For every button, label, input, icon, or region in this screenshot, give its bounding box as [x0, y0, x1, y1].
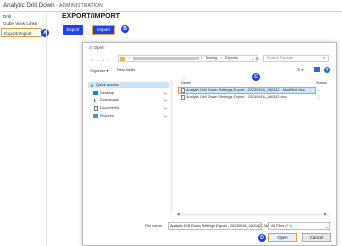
nav-item-label: Quick access — [96, 82, 119, 87]
refresh-icon[interactable]: ⌄ ↻ — [251, 56, 258, 61]
pin-icon: ⊣ — [163, 107, 167, 111]
nav-item-downloads[interactable]: Downloads — [100, 98, 119, 102]
menu-item-label: Export/Import — [4, 30, 32, 36]
redacted-path — [133, 57, 199, 60]
help-icon[interactable]: ? — [324, 66, 330, 73]
address-chevron-icon: › — [129, 56, 131, 60]
nav-arrows-icon[interactable]: ← → ⌄ ↑ — [90, 57, 109, 62]
column-header-name[interactable]: Name — [181, 81, 191, 85]
sync-status-icon: ✓ — [317, 94, 321, 100]
callout-badge-b: B — [121, 25, 129, 33]
dialog-app-icon: ◎ — [89, 45, 93, 50]
pictures-icon — [93, 114, 98, 118]
header-divider — [0, 11, 342, 12]
callout-badge-d: D — [258, 234, 266, 242]
nav-item-documents[interactable]: Documents — [100, 106, 119, 110]
desktop-icon — [93, 91, 98, 95]
callout-badge-c: C — [252, 73, 260, 81]
scroll-right-icon[interactable]: ▶ — [324, 212, 327, 216]
documents-icon — [94, 106, 98, 111]
file-row[interactable]: Analytic Drill Down Settings Export - 20… — [186, 95, 287, 99]
menu-item-drill[interactable]: Drill — [3, 14, 11, 19]
menu-item-export-import[interactable]: Export/Import — [1, 28, 42, 37]
app-title: Analytic Drill Down - ADMINISTRATION — [3, 2, 103, 9]
page-title: EXPORT/IMPORT — [62, 13, 120, 20]
export-button[interactable]: Export — [63, 25, 83, 35]
organize-menu[interactable]: Organize ▾ — [90, 68, 108, 73]
nav-item-desktop[interactable]: Desktop — [100, 91, 114, 95]
dialog-title: ◎ Open — [89, 45, 105, 50]
star-icon: ★ — [90, 83, 94, 88]
file-icon — [181, 88, 185, 93]
nav-pane-scrollbar[interactable] — [170, 80, 173, 213]
breadcrumb-exports[interactable]: Exports — [225, 56, 238, 60]
sync-status-icon: ✓ — [317, 87, 321, 93]
folder-icon — [120, 56, 125, 61]
file-icon — [181, 95, 185, 100]
import-button[interactable]: Import — [92, 25, 115, 35]
view-options-icon[interactable]: ☰ ▾ — [297, 67, 303, 72]
menu-item-cube-view-links[interactable]: Cube View Links — [3, 21, 37, 26]
search-placeholder: Search Exports — [267, 56, 293, 60]
filename-label: File name: — [145, 224, 163, 228]
new-folder-button[interactable]: New folder — [117, 68, 135, 72]
column-header-status[interactable]: Status — [316, 81, 327, 85]
breadcrumb-testing[interactable]: Testing — [205, 56, 217, 60]
path-separator-icon: › — [201, 56, 203, 60]
download-icon: ⬇ — [93, 98, 97, 103]
preview-pane-icon[interactable] — [314, 67, 320, 72]
nav-item-pictures[interactable]: Pictures — [100, 114, 114, 118]
sidebar-divider — [46, 12, 47, 246]
path-separator-icon: › — [221, 56, 223, 60]
chevron-down-icon[interactable]: ⌄ — [257, 224, 260, 229]
callout-badge-a: A — [41, 29, 49, 37]
cancel-button[interactable]: Cancel — [302, 233, 331, 242]
chevron-down-icon: ⌄ — [325, 224, 329, 229]
file-list-scrollbar[interactable] — [176, 213, 329, 216]
pin-icon: ⊣ — [163, 114, 167, 119]
open-button[interactable]: Open — [268, 233, 297, 242]
pin-icon: ⊣ — [163, 91, 167, 96]
filetype-value: All Files (*.*) — [271, 224, 292, 228]
pin-icon: ⊣ — [163, 99, 167, 103]
file-name: Analytic Drill Down Settings Export - 20… — [186, 88, 305, 92]
scroll-left-icon[interactable]: ◀ — [177, 212, 180, 216]
app-section: - ADMINISTRATION — [54, 3, 103, 9]
search-icon: ⌕ — [323, 56, 326, 60]
